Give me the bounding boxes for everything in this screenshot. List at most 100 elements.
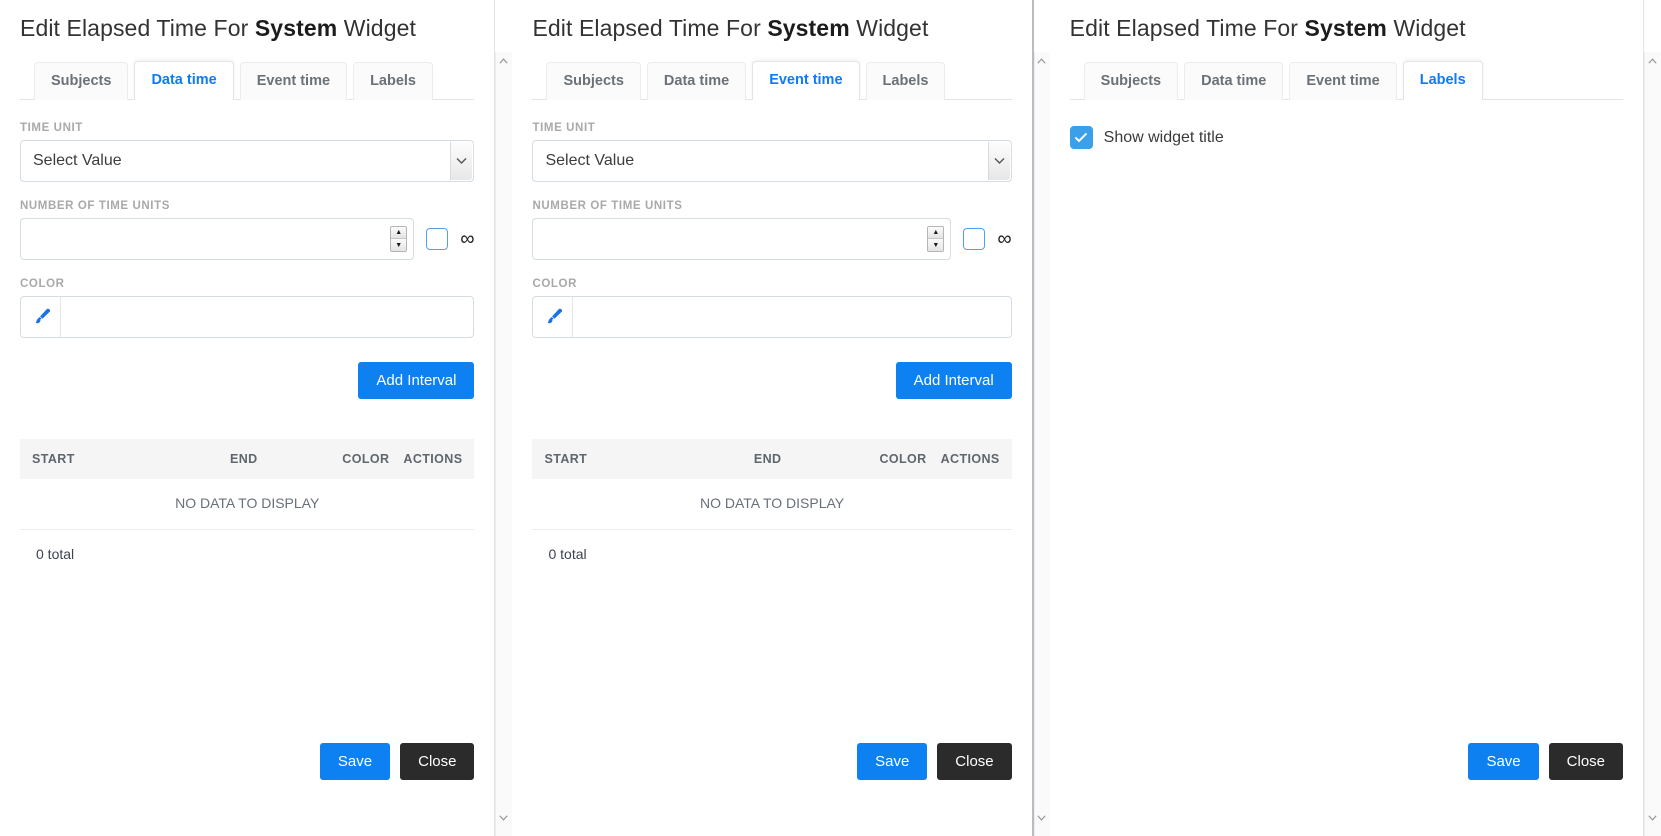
tab-event-time[interactable]: Event time [239, 62, 348, 100]
dialog-footer-3: Save Close [1050, 743, 1643, 836]
stepper-up-icon-2[interactable]: ▲ [928, 227, 944, 239]
scrollbar-track-2[interactable] [1033, 52, 1050, 836]
tab-data-time-2[interactable]: Data time [646, 62, 747, 100]
stepper-up-icon[interactable]: ▲ [391, 227, 407, 239]
save-button-3[interactable]: Save [1468, 743, 1539, 780]
scroll-down-icon-1[interactable] [495, 809, 512, 826]
scroll-up-icon-3[interactable] [1644, 52, 1661, 69]
quantity-stepper-2[interactable]: ▲ ▼ [927, 226, 945, 252]
time-unit-value-2: Select Value [545, 152, 635, 169]
color-text-input[interactable] [61, 297, 474, 337]
tab-data-time-3[interactable]: Data time [1184, 62, 1284, 100]
tab-labels-2[interactable]: Labels [865, 62, 946, 100]
scrollbar-3[interactable] [1643, 0, 1661, 836]
close-button-2[interactable]: Close [937, 743, 1012, 780]
title-bold-2: System [767, 15, 850, 41]
add-interval-button[interactable]: Add Interval [358, 362, 475, 399]
show-widget-title-label: Show widget title [1103, 128, 1224, 146]
title-suffix-3: Widget [1386, 15, 1466, 41]
color-text-input-2[interactable] [573, 297, 1011, 337]
color-label: COLOR [20, 278, 65, 290]
column-header-start-2[interactable]: START [544, 452, 753, 466]
close-button-3[interactable]: Close [1548, 743, 1624, 780]
table-total-count-2: 0 total [548, 546, 587, 562]
time-unit-select-2[interactable]: Select Value [532, 140, 1012, 182]
dialog-footer-2: Save Close [512, 743, 1031, 836]
close-button[interactable]: Close [400, 743, 475, 780]
color-picker-2[interactable] [532, 296, 1012, 338]
quantity-stepper[interactable]: ▲ ▼ [390, 226, 408, 252]
number-of-units-row: ▲ ▼ ∞ [20, 218, 474, 260]
field-number-of-units-2: NUMBER OF TIME UNITS ▲ ▼ ∞ [532, 200, 1012, 260]
color-value-field-2[interactable] [573, 297, 1011, 337]
tab-subjects[interactable]: Subjects [34, 62, 129, 100]
title-bold-3: System [1304, 15, 1387, 41]
tab-labels-3[interactable]: Labels [1402, 61, 1483, 100]
column-header-actions[interactable]: ACTIONS [403, 452, 462, 466]
stepper-down-icon[interactable]: ▼ [391, 239, 407, 251]
add-interval-row: Add Interval [20, 362, 475, 399]
color-label-2: COLOR [532, 278, 577, 290]
number-of-units-label-2: NUMBER OF TIME UNITS [532, 200, 683, 212]
scrollbar-2[interactable] [1031, 0, 1050, 836]
color-value-field[interactable] [61, 297, 474, 337]
tab-labels[interactable]: Labels [353, 62, 433, 100]
tab-subjects-2[interactable]: Subjects [546, 62, 641, 100]
tab-subjects-3[interactable]: Subjects [1083, 62, 1179, 100]
stepper-down-icon-2[interactable]: ▼ [928, 239, 944, 251]
field-number-of-units: NUMBER OF TIME UNITS ▲ ▼ ∞ [20, 200, 474, 260]
title-prefix: Edit Elapsed Time For [20, 15, 255, 41]
time-unit-select[interactable]: Select Value [20, 140, 475, 182]
number-of-units-input-wrap[interactable]: ▲ ▼ [20, 218, 415, 260]
save-button[interactable]: Save [319, 743, 391, 780]
table-header-row: START END COLOR ACTIONS [20, 439, 475, 479]
intervals-table: START END COLOR ACTIONS NO DATA TO DISPL… [20, 439, 475, 562]
table-empty-message-2: NO DATA TO DISPLAY [532, 479, 1012, 530]
scrollbar-track-1[interactable] [495, 52, 513, 836]
scroll-down-icon-3[interactable] [1644, 809, 1661, 826]
color-picker[interactable] [20, 296, 475, 338]
title-prefix-3: Edit Elapsed Time For [1069, 15, 1305, 41]
number-of-units-row-2: ▲ ▼ ∞ [532, 218, 1012, 260]
page-title-2: Edit Elapsed Time For System Widget [532, 0, 1011, 48]
panel-body-3: Edit Elapsed Time For System Widget Subj… [1050, 0, 1643, 743]
table-empty-message: NO DATA TO DISPLAY [20, 479, 475, 530]
tab-data-time[interactable]: Data time [134, 61, 234, 100]
save-button-2[interactable]: Save [857, 743, 928, 780]
scroll-up-icon-1[interactable] [495, 52, 512, 69]
brush-icon[interactable] [21, 297, 61, 337]
brush-icon-2[interactable] [533, 297, 574, 337]
scroll-down-icon-2[interactable] [1034, 809, 1050, 826]
add-interval-button-2[interactable]: Add Interval [895, 362, 1012, 399]
column-header-end[interactable]: END [230, 452, 342, 466]
chevron-down-icon-2[interactable] [987, 142, 1010, 180]
page-title: Edit Elapsed Time For System Widget [20, 0, 474, 48]
show-widget-title-checkbox[interactable] [1069, 126, 1093, 149]
infinity-icon-2: ∞ [997, 228, 1012, 250]
column-header-actions-2[interactable]: ACTIONS [941, 452, 1000, 466]
number-of-units-input[interactable] [21, 219, 414, 259]
number-of-units-input-2[interactable] [533, 219, 951, 259]
scroll-up-icon-2[interactable] [1034, 52, 1050, 69]
infinity-checkbox[interactable] [426, 228, 449, 250]
dialog-footer-1: Save Close [0, 743, 494, 836]
page-title-3: Edit Elapsed Time For System Widget [1070, 0, 1623, 48]
title-bold: System [254, 15, 338, 41]
column-header-color[interactable]: COLOR [342, 452, 403, 466]
column-header-end-2[interactable]: END [754, 452, 880, 466]
column-header-start[interactable]: START [32, 452, 230, 466]
dialog-panel-event-time: Edit Elapsed Time For System Widget Subj… [512, 0, 1032, 836]
scrollbar-track-3[interactable] [1644, 52, 1661, 836]
column-header-color-2[interactable]: COLOR [879, 452, 940, 466]
panel-body-2: Edit Elapsed Time For System Widget Subj… [512, 0, 1031, 743]
chevron-down-icon[interactable] [450, 142, 473, 180]
tab-event-time-2[interactable]: Event time [752, 61, 860, 100]
tab-event-time-3[interactable]: Event time [1289, 62, 1397, 100]
time-unit-label: TIME UNIT [20, 122, 83, 134]
number-of-units-input-wrap-2[interactable]: ▲ ▼ [532, 218, 952, 260]
table-total-count: 0 total [36, 546, 75, 562]
scrollbar-1[interactable] [494, 0, 513, 836]
interval-form-2: TIME UNIT Select Value NUMBER OF TIME UN… [532, 100, 1012, 653]
infinity-checkbox-2[interactable] [963, 228, 986, 250]
